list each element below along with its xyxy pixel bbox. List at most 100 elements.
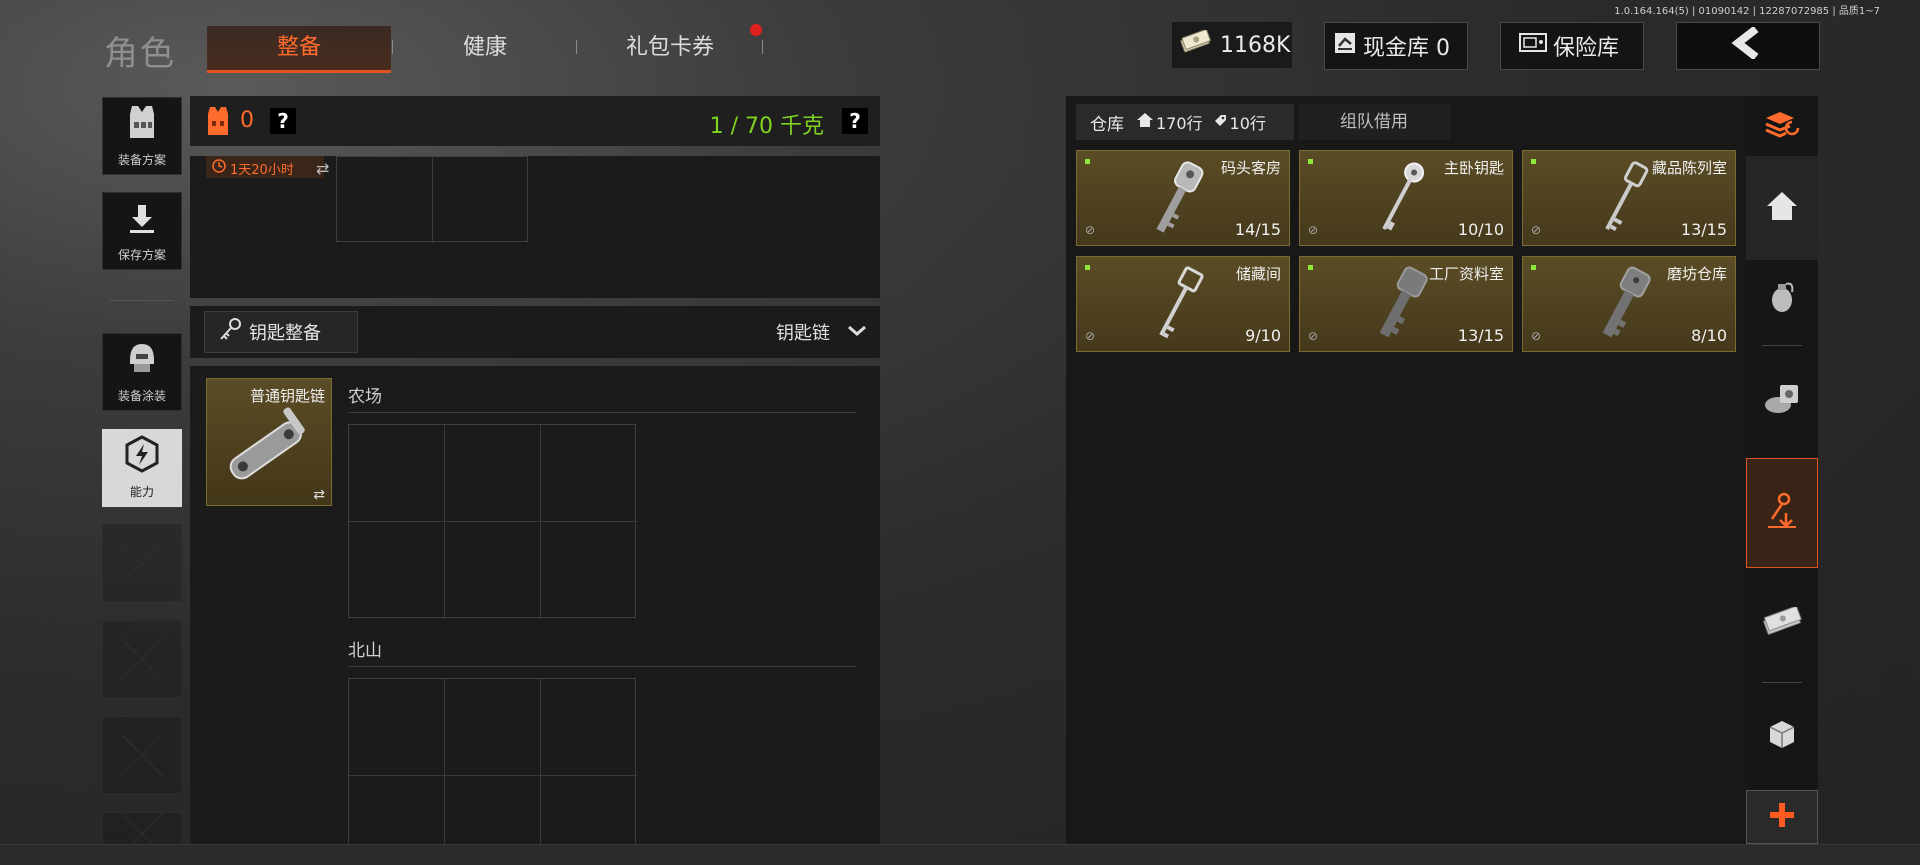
safe-vault-button[interactable]: 保险库 [1500,22,1644,70]
section-title-north-mountain: 北山 [348,641,382,661]
key-count: 8/10 [1691,326,1727,345]
no-trade-icon: ⊘ [1531,223,1542,237]
loadout-status-bar: 0 ? 1 / 70 千克 ? [190,96,880,146]
download-icon [124,201,160,240]
new-indicator [1085,265,1090,270]
lightning-hex-icon [122,434,162,477]
key-card[interactable]: 储藏间 ⊘ 9/10 [1076,256,1290,352]
tab-loadout[interactable]: 整备 [207,26,391,73]
no-trade-icon: ⊘ [1308,329,1319,343]
equipment-grid[interactable] [336,156,528,243]
sidebar-divider [1762,682,1802,683]
save-plan-button[interactable]: 保存方案 [102,192,182,270]
cash-stack-icon [1178,29,1212,60]
keychain-loadout-button[interactable]: 钥匙整备 [204,311,358,353]
valuables-icon [1762,381,1802,421]
tab-gift-cards[interactable]: 礼包卡券 [600,26,740,70]
cash-vault-button[interactable]: 现金库 0 [1324,22,1468,70]
key-card[interactable]: 藏品陈列室 ⊘ 13/15 [1522,150,1736,246]
storage-tab[interactable]: 仓库 170行 10行 [1076,104,1294,140]
key-icon [1370,157,1430,245]
storage-tab-label: 仓库 [1090,114,1124,135]
key-card[interactable]: 主卧钥匙 ⊘ 10/10 [1299,150,1513,246]
key-rows: 10行 [1229,114,1266,133]
key-name: 主卧钥匙 [1443,159,1504,177]
house-icon [1136,112,1154,133]
ability-button[interactable]: 能力 [102,429,182,507]
grenade-icon [1766,278,1798,318]
key-icon [1370,263,1430,351]
empty-slot [102,524,182,602]
new-indicator [1308,159,1313,164]
plus-icon [1767,800,1797,834]
no-trade-icon: ⊘ [1085,329,1096,343]
key-name: 工厂资料室 [1428,265,1504,283]
grid-divider [540,425,541,619]
page-title: 角色 [104,34,176,74]
key-count: 14/15 [1234,220,1281,239]
cash-icon [1761,605,1803,641]
section-divider [348,412,856,413]
tab-divider [762,40,763,54]
keychain-item[interactable]: 普通钥匙链 ⇄ [206,378,332,506]
key-card[interactable]: 工厂资料室 ⊘ 13/15 [1299,256,1513,352]
clock-icon [212,159,226,177]
help-icon[interactable]: ? [270,108,296,134]
save-plan-label: 保存方案 [117,248,166,262]
menu-divider [110,300,174,301]
tab-health[interactable]: 健康 [420,26,550,70]
new-indicator [1531,159,1536,164]
armor-count: 0 [240,108,254,133]
loadout-plan-button[interactable]: 装备方案 [102,97,182,175]
stack-refresh-icon [1762,108,1802,144]
key-name: 码头客房 [1220,159,1281,177]
key-count: 10/10 [1457,220,1504,239]
storage-panel: 仓库 170行 10行 组队借用 码头客房 ⊘ 14/15 主卧钥匙 ⊘ 10/… [1066,96,1746,844]
key-tag-icon [1213,112,1227,132]
no-trade-icon: ⊘ [1085,223,1096,237]
category-home[interactable] [1746,156,1818,260]
category-grenade[interactable] [1746,264,1818,332]
category-keys[interactable] [1746,458,1818,568]
keychain-dropdown-label[interactable]: 钥匙链 [776,319,830,345]
bottom-bar [0,844,1920,865]
chevron-down-icon[interactable] [846,320,868,346]
grid-divider [444,425,445,619]
key-name: 藏品陈列室 [1651,159,1727,177]
farm-key-grid[interactable] [348,424,637,619]
key-card[interactable]: 磨坊仓库 ⊘ 8/10 [1522,256,1736,352]
storage-rows: 170行 [1156,114,1203,133]
no-trade-icon: ⊘ [1531,329,1542,343]
key-count: 13/15 [1457,326,1504,345]
category-cash[interactable] [1746,584,1818,664]
keychain-panel: 普通钥匙链 ⇄ 农场 北山 [190,366,880,845]
key-icon [1147,263,1207,351]
empty-slot [102,716,182,794]
key-icon [1593,157,1653,245]
swap-icon[interactable]: ⇄ [313,487,325,503]
team-borrow-tab[interactable]: 组队借用 [1298,104,1450,140]
safe-vault-label: 保险库 [1553,36,1620,61]
grid-divider [349,775,637,776]
safe-icon [1519,32,1547,60]
new-indicator [1308,265,1313,270]
swap-icon[interactable]: ⇄ [316,159,329,178]
back-button[interactable] [1676,22,1820,70]
category-valuables[interactable] [1746,362,1818,440]
skin-button[interactable]: 装备涂装 [102,333,182,411]
north-mountain-key-grid[interactable] [348,678,637,845]
new-indicator [1531,265,1536,270]
add-button[interactable] [1746,790,1818,844]
section-divider [348,666,856,667]
money-display[interactable]: 1168K [1172,22,1292,68]
key-card[interactable]: 码头客房 ⊘ 14/15 [1076,150,1290,246]
box-icon [1766,718,1798,754]
category-supplies[interactable] [1746,700,1818,772]
tab-divider [392,40,393,54]
weight-help-icon[interactable]: ? [842,108,868,134]
sort-stack-button[interactable] [1746,100,1818,152]
timer-badge: 1天20小时 [206,156,324,178]
grid-divider [540,679,541,845]
back-arrow-icon [1730,25,1766,65]
section-title-farm: 农场 [348,387,382,407]
